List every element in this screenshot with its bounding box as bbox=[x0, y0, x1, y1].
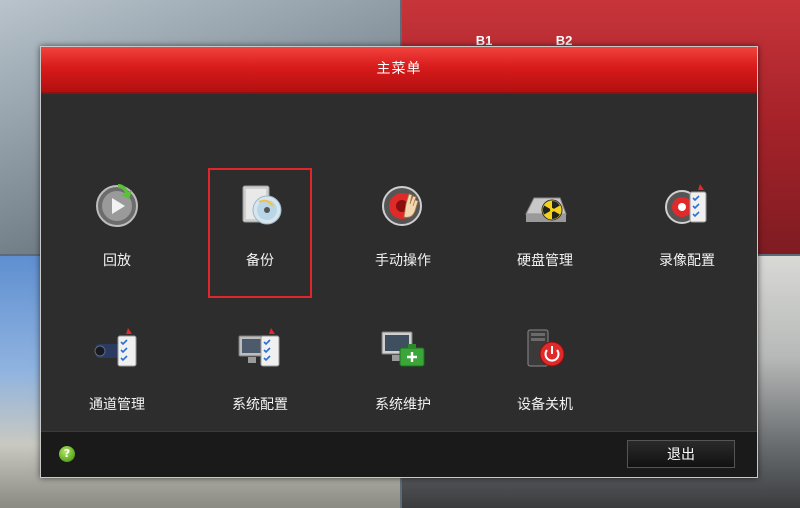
menu-item-label: 备份 bbox=[246, 253, 274, 269]
menu-item-hdd-management[interactable]: 硬盘管理 bbox=[493, 168, 597, 298]
hdd-management-icon bbox=[520, 180, 570, 230]
playback-icon bbox=[92, 180, 142, 230]
backup-disc-icon bbox=[235, 180, 285, 230]
menu-item-label: 系统维护 bbox=[375, 397, 431, 413]
menu-item-playback[interactable]: 回放 bbox=[65, 168, 169, 298]
record-config-icon bbox=[662, 180, 712, 230]
dialog-title: 主菜单 bbox=[41, 47, 757, 94]
menu-item-label: 手动操作 bbox=[375, 253, 431, 269]
menu-item-backup[interactable]: 备份 bbox=[208, 168, 312, 298]
menu-grid: 回放 备份 手动操作 硬盘管理 录像配置 通道管理 系统配置 系统维护 设备关机 bbox=[41, 94, 757, 434]
menu-item-label: 通道管理 bbox=[89, 397, 145, 413]
dialog-footer: ? 退出 bbox=[41, 431, 757, 477]
menu-item-system-config[interactable]: 系统配置 bbox=[208, 312, 312, 442]
menu-item-channel-management[interactable]: 通道管理 bbox=[65, 312, 169, 442]
system-config-icon bbox=[235, 324, 285, 374]
help-icon[interactable]: ? bbox=[59, 446, 75, 462]
camera-channel-icon bbox=[92, 324, 142, 374]
menu-item-device-shutdown[interactable]: 设备关机 bbox=[493, 312, 597, 442]
system-maintenance-icon bbox=[378, 324, 428, 374]
menu-item-label: 录像配置 bbox=[659, 253, 715, 269]
device-shutdown-icon bbox=[520, 324, 570, 374]
menu-item-label: 回放 bbox=[103, 253, 131, 269]
exit-button[interactable]: 退出 bbox=[627, 440, 735, 468]
menu-item-system-maintenance[interactable]: 系统维护 bbox=[351, 312, 455, 442]
menu-item-record-config[interactable]: 录像配置 bbox=[635, 168, 739, 298]
menu-item-manual-operation[interactable]: 手动操作 bbox=[351, 168, 455, 298]
manual-operation-icon bbox=[378, 180, 428, 230]
main-menu-dialog: 主菜单 回放 备份 手动操作 硬盘管理 录像配置 通道管理 系统配置 系统维护 … bbox=[40, 46, 758, 478]
menu-item-label: 系统配置 bbox=[232, 397, 288, 413]
menu-item-label: 硬盘管理 bbox=[517, 253, 573, 269]
menu-item-label: 设备关机 bbox=[517, 397, 573, 413]
